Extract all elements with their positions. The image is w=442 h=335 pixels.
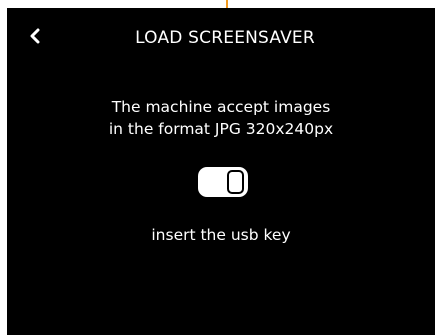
format-message: The machine accept images in the format … bbox=[7, 96, 435, 140]
header: LOAD SCREENSAVER bbox=[7, 8, 435, 64]
page-title: LOAD SCREENSAVER bbox=[135, 28, 315, 48]
message-line-2: in the format JPG 320x240px bbox=[108, 120, 334, 138]
screensaver-screen: LOAD SCREENSAVER The machine accept imag… bbox=[7, 8, 435, 335]
message-line-1: The machine accept images bbox=[111, 98, 331, 116]
orange-indicator bbox=[226, 0, 228, 8]
usb-key-icon bbox=[198, 167, 248, 197]
insert-usb-hint: insert the usb key bbox=[151, 226, 291, 244]
